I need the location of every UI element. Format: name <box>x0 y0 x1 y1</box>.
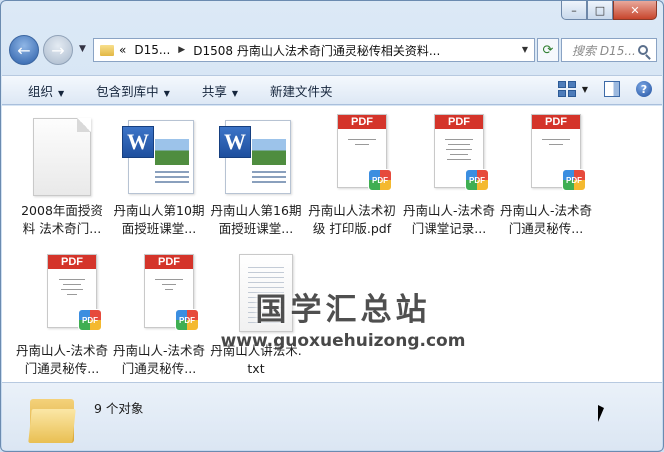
new-folder-button[interactable]: 新建文件夹 <box>270 81 333 100</box>
details-pane: 9 个对象 <box>2 382 662 450</box>
file-thumbnail: PDF PDF <box>25 254 102 338</box>
explorer-window: – □ ✕ ← → ▼ « D15... ▶ D1508 丹南山人法术奇门通灵秘… <box>0 0 664 452</box>
maximize-button[interactable]: □ <box>587 1 613 20</box>
view-options-dropdown-icon[interactable]: ▼ <box>582 85 588 94</box>
blank-document-icon <box>33 118 91 196</box>
file-item[interactable]: 2008年面授资料 法术奇门... <box>15 118 109 238</box>
file-thumbnail: W <box>219 118 293 198</box>
file-item[interactable]: PDF PDF 丹南山人-法术奇门课堂记录... <box>402 114 496 238</box>
chevron-down-icon: ▼ <box>163 88 170 98</box>
file-item[interactable]: W 丹南山人第10期面授班课堂... <box>112 118 206 238</box>
breadcrumb-separator-icon[interactable]: ▶ <box>178 45 185 55</box>
recent-pages-dropdown-icon[interactable]: ▼ <box>79 44 86 54</box>
file-thumbnail: PDF PDF <box>315 114 392 198</box>
refresh-button[interactable]: ⟳ <box>537 38 559 62</box>
forward-arrow-icon: → <box>51 40 65 60</box>
minimize-button[interactable]: – <box>561 1 587 20</box>
item-count: 9 个对象 <box>94 401 144 416</box>
pdf-reader-icon: PDF <box>78 309 102 331</box>
command-bar: 组织 ▼ 包含到库中 ▼ 共享 ▼ 新建文件夹 ▼ ? <box>2 75 662 105</box>
organize-menu[interactable]: 组织 ▼ <box>28 81 64 100</box>
pdf-reader-icon: PDF <box>465 169 489 191</box>
file-name: 丹南山人法术初级 打印版.pdf <box>308 203 396 236</box>
back-button[interactable]: ← <box>9 35 39 65</box>
file-name: 丹南山人-法术奇门通灵秘传... <box>112 343 205 376</box>
caption-buttons: – □ ✕ <box>561 1 657 20</box>
share-menu[interactable]: 共享 ▼ <box>202 81 238 100</box>
pdf-reader-icon: PDF <box>562 169 586 191</box>
file-thumbnail: W <box>122 118 196 198</box>
pdf-reader-icon: PDF <box>175 309 199 331</box>
chevron-down-icon: ▼ <box>231 88 239 98</box>
file-list: 2008年面授资料 法术奇门... W 丹南山人第10期面授班课堂... W 丹… <box>2 106 662 382</box>
file-thumbnail <box>219 254 293 338</box>
file-name: 丹南山人-法术奇门通灵秘传... <box>15 343 108 376</box>
pdf-document-icon: PDF PDF <box>434 114 489 191</box>
folder-icon <box>28 395 76 443</box>
pdf-document-icon: PDF PDF <box>531 114 586 191</box>
file-name: 丹南山人第16期面授班课堂... <box>210 203 302 236</box>
breadcrumb-current[interactable]: D1508 丹南山人法术奇门通灵秘传相关资料... <box>193 42 440 59</box>
search-icon <box>638 45 648 55</box>
search-placeholder: 搜索 D15... <box>572 43 636 58</box>
file-item[interactable]: PDF PDF 丹南山人-法术奇门通灵秘传... <box>499 114 593 238</box>
file-name: 丹南山人-法术奇门课堂记录... <box>402 203 495 236</box>
file-thumbnail: PDF PDF <box>122 254 199 338</box>
breadcrumb-parent[interactable]: D15... <box>134 43 170 57</box>
chevron-down-icon: ▼ <box>58 88 65 98</box>
file-name: 丹南山人第10期面授班课堂... <box>113 203 205 236</box>
search-input[interactable]: 搜索 D15... <box>561 38 657 62</box>
preview-pane-icon[interactable] <box>604 81 620 97</box>
file-item[interactable]: PDF PDF 丹南山人-法术奇门通灵秘传... <box>15 254 109 378</box>
file-name: 丹南山人-法术奇门通灵秘传... <box>499 203 592 236</box>
file-name: 丹南山人讲法术.txt <box>210 343 302 376</box>
change-view-icon[interactable] <box>557 81 576 97</box>
address-bar[interactable]: « D15... ▶ D1508 丹南山人法术奇门通灵秘传相关资料... ▼ <box>93 38 535 62</box>
close-button[interactable]: ✕ <box>613 1 657 20</box>
pdf-reader-icon: PDF <box>368 169 392 191</box>
help-icon[interactable]: ? <box>636 81 652 97</box>
pdf-document-icon: PDF PDF <box>47 254 102 331</box>
file-thumbnail: PDF PDF <box>412 114 489 198</box>
file-item[interactable]: 丹南山人讲法术.txt <box>209 254 303 378</box>
breadcrumb-overflow[interactable]: « <box>119 43 126 57</box>
file-name: 2008年面授资料 法术奇门... <box>21 203 103 236</box>
navigation-bar: ← → ▼ « D15... ▶ D1508 丹南山人法术奇门通灵秘传相关资料.… <box>9 35 657 65</box>
pdf-document-icon: PDF PDF <box>337 114 392 191</box>
word-icon: W <box>219 126 251 158</box>
mouse-cursor-icon <box>598 405 604 422</box>
back-arrow-icon: ← <box>17 40 31 60</box>
address-dropdown-icon[interactable]: ▼ <box>522 45 528 54</box>
include-in-library-menu[interactable]: 包含到库中 ▼ <box>96 81 170 100</box>
file-thumbnail <box>33 118 91 198</box>
forward-button[interactable]: → <box>43 35 73 65</box>
file-item[interactable]: PDF PDF 丹南山人-法术奇门通灵秘传... <box>112 254 206 378</box>
file-thumbnail: PDF PDF <box>509 114 586 198</box>
text-document-icon <box>239 254 293 332</box>
file-item[interactable]: W 丹南山人第16期面授班课堂... <box>209 118 303 238</box>
refresh-icon: ⟳ <box>542 42 554 58</box>
word-icon: W <box>122 126 154 158</box>
file-item[interactable]: PDF PDF 丹南山人法术初级 打印版.pdf <box>305 114 399 238</box>
folder-icon <box>100 44 114 56</box>
pdf-document-icon: PDF PDF <box>144 254 199 331</box>
